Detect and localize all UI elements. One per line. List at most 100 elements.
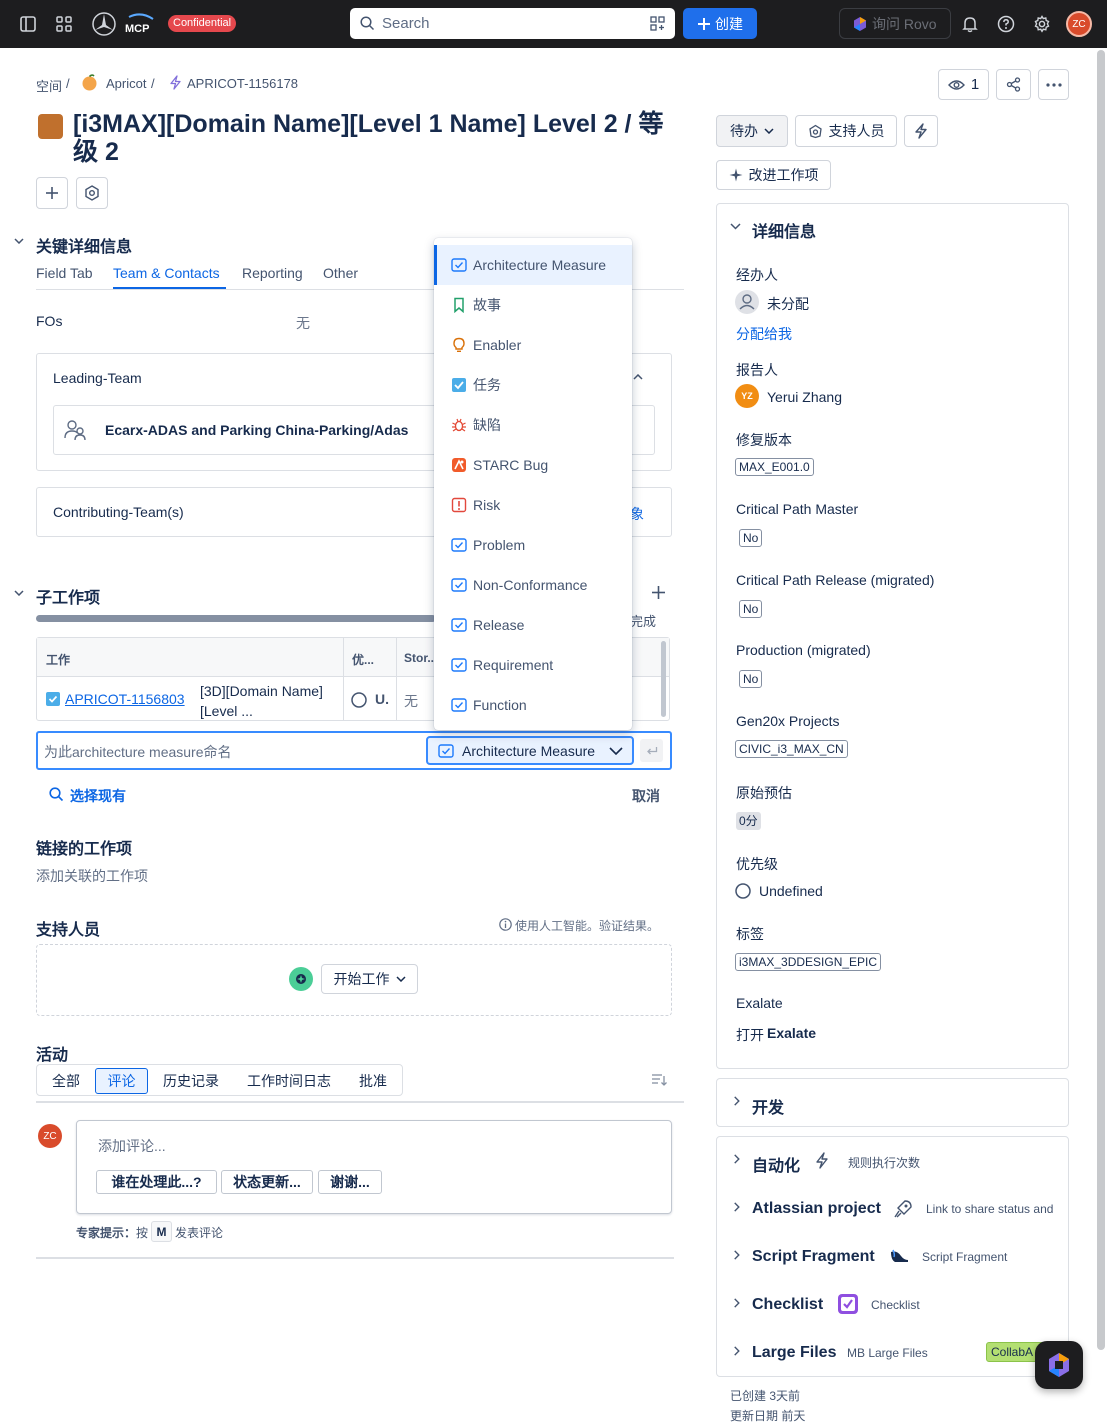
- watch-button[interactable]: 1: [938, 69, 989, 100]
- issue-type-option[interactable]: STARC Bug: [434, 445, 632, 485]
- chevron-up-icon[interactable]: [633, 374, 643, 380]
- add-button[interactable]: [36, 177, 68, 209]
- task-checkbox-icon: [46, 692, 60, 706]
- activity-tab-all[interactable]: 全部: [42, 1068, 90, 1094]
- apps-button[interactable]: [76, 177, 108, 209]
- help-icon[interactable]: [994, 12, 1018, 36]
- chevron-right-icon[interactable]: [732, 1298, 742, 1308]
- ask-rovo-button[interactable]: 询问 Rovo: [839, 8, 951, 39]
- atlassian-project-sub: Link to share status and: [926, 1202, 1054, 1216]
- leading-team-value[interactable]: Ecarx-ADAS and Parking China-Parking/Ada…: [105, 422, 408, 438]
- more-actions-button[interactable]: [1038, 69, 1069, 100]
- create-button[interactable]: 创建: [683, 8, 757, 39]
- assign-to-me-link[interactable]: 分配给我: [736, 324, 792, 344]
- breadcrumb-project[interactable]: Apricot: [106, 76, 146, 91]
- sort-icon[interactable]: [651, 1073, 667, 1087]
- tab-reporting[interactable]: Reporting: [242, 265, 303, 281]
- issue-type-option[interactable]: 任务: [434, 365, 632, 405]
- issue-type-option[interactable]: Problem: [434, 525, 632, 565]
- notifications-icon[interactable]: [958, 12, 982, 36]
- issue-type-select[interactable]: Architecture Measure: [426, 736, 634, 765]
- quick-reply-thanks[interactable]: 谢谢...: [318, 1170, 382, 1194]
- priority-value[interactable]: Undefined: [759, 883, 823, 899]
- status-dropdown[interactable]: 待办: [716, 115, 788, 147]
- tab-other[interactable]: Other: [323, 265, 358, 281]
- improve-issue-button[interactable]: 改进工作项: [716, 160, 831, 190]
- col-story[interactable]: Stor...: [404, 651, 437, 665]
- tab-team-contacts[interactable]: Team & Contacts: [113, 265, 220, 281]
- share-button[interactable]: [996, 69, 1031, 100]
- issue-type-option[interactable]: 缺陷: [434, 405, 632, 445]
- app-switcher-icon[interactable]: [52, 12, 76, 36]
- sidebar-toggle-icon[interactable]: [16, 12, 40, 36]
- script-fragment-heading[interactable]: Script Fragment: [752, 1248, 875, 1266]
- breadcrumb-issue-key[interactable]: APRICOT-1156178: [187, 76, 298, 91]
- issue-type-option[interactable]: Non-Conformance: [434, 565, 632, 605]
- tab-field[interactable]: Field Tab: [36, 265, 93, 281]
- exalate-link[interactable]: Exalate: [767, 1025, 816, 1041]
- col-priority[interactable]: 优...: [352, 651, 374, 668]
- quick-reply-who[interactable]: 谁在处理此...?: [96, 1170, 217, 1194]
- issue-type-option[interactable]: Function: [434, 685, 632, 725]
- activity-tab-comments[interactable]: 评论: [95, 1068, 148, 1094]
- chevron-right-icon[interactable]: [732, 1250, 742, 1260]
- filter-grid-icon[interactable]: [650, 16, 665, 31]
- automation-heading[interactable]: 自动化: [752, 1152, 800, 1176]
- quick-reply-status[interactable]: 状态更新...: [221, 1170, 313, 1194]
- details-heading[interactable]: 详细信息: [752, 218, 816, 242]
- breadcrumb-space[interactable]: 空间: [36, 76, 62, 95]
- original-estimate-value[interactable]: 0分: [736, 812, 761, 830]
- activity-tab-history[interactable]: 历史记录: [153, 1068, 229, 1094]
- chevron-down-icon[interactable]: [14, 238, 24, 244]
- production-value[interactable]: No: [739, 670, 763, 688]
- subtask-key-link[interactable]: APRICOT-1156803: [65, 691, 185, 707]
- pro-tip-suffix: 发表评论: [175, 1226, 224, 1240]
- page-scrollbar[interactable]: [1097, 50, 1105, 1350]
- issue-type-option[interactable]: Enabler: [434, 325, 632, 365]
- add-linked-item[interactable]: 添加关联的工作项: [36, 866, 148, 886]
- contributing-team-link[interactable]: 象: [630, 504, 644, 524]
- fos-value[interactable]: 无: [296, 313, 310, 333]
- issue-type-option[interactable]: Risk: [434, 485, 632, 525]
- checklist-heading[interactable]: Checklist: [752, 1296, 823, 1314]
- labels-tag[interactable]: i3MAX_3DDESIGN_EPIC: [735, 953, 882, 971]
- col-work[interactable]: 工作: [46, 651, 70, 668]
- large-files-heading[interactable]: Large Files: [752, 1344, 836, 1362]
- atlassian-project-heading[interactable]: Atlassian project: [752, 1200, 881, 1218]
- issue-type-option[interactable]: 故事: [434, 285, 632, 325]
- gen20x-value[interactable]: CIVIC_i3_MAX_CN: [735, 740, 848, 758]
- assignee-value[interactable]: 未分配: [767, 294, 809, 314]
- issue-type-option[interactable]: Architecture Measure: [434, 245, 632, 285]
- comment-box[interactable]: [76, 1120, 672, 1214]
- ai-note: 使用人工智能。验证结果。: [515, 919, 660, 933]
- issue-type-option[interactable]: Release: [434, 605, 632, 645]
- submit-subtask-button[interactable]: [640, 739, 663, 762]
- critical-path-master-value[interactable]: No: [739, 529, 763, 547]
- subtask-story[interactable]: 无: [404, 691, 418, 711]
- subtask-summary[interactable]: [3D][Domain Name][Level ...: [200, 681, 338, 721]
- fix-version-tag[interactable]: MAX_E001.0: [735, 458, 814, 476]
- activity-tab-worklog[interactable]: 工作时间日志: [236, 1068, 342, 1094]
- issue-title[interactable]: [i3MAX][Domain Name][Level 1 Name] Level…: [73, 110, 673, 166]
- reporter-value[interactable]: Yerui Zhang: [767, 389, 842, 405]
- chevron-right-icon[interactable]: [732, 1154, 742, 1164]
- settings-icon[interactable]: [1030, 12, 1054, 36]
- table-scrollbar[interactable]: [661, 641, 666, 717]
- issue-type-option[interactable]: Requirement: [434, 645, 632, 685]
- chevron-down-icon[interactable]: [14, 590, 24, 596]
- choose-existing-button[interactable]: 选择现有: [70, 786, 126, 806]
- rovo-chat-button[interactable]: [1035, 1341, 1083, 1389]
- support-button[interactable]: 支持人员: [795, 115, 897, 147]
- search-input[interactable]: Search: [350, 8, 675, 39]
- chevron-down-icon[interactable]: [730, 223, 741, 230]
- profile-avatar[interactable]: ZC: [1066, 11, 1092, 37]
- add-subtask-icon[interactable]: [651, 585, 666, 600]
- cancel-button[interactable]: 取消: [632, 786, 660, 806]
- chevron-right-icon[interactable]: [732, 1346, 742, 1356]
- start-work-button[interactable]: 开始工作: [321, 964, 418, 994]
- automation-button[interactable]: [904, 115, 938, 147]
- critical-path-release-value[interactable]: No: [739, 600, 763, 618]
- activity-tab-approvals[interactable]: 批准: [348, 1068, 398, 1094]
- chevron-right-icon[interactable]: [732, 1202, 742, 1212]
- subtask-priority[interactable]: U.: [375, 691, 389, 707]
